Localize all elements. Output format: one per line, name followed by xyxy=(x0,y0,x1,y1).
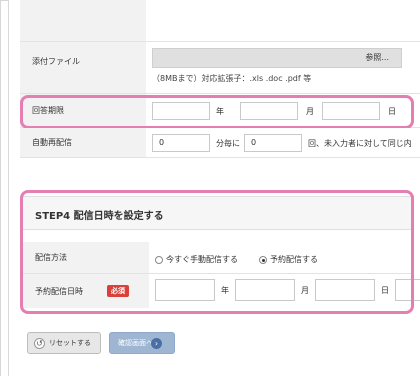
step4-highlight xyxy=(20,190,414,314)
attachment-hint: （8MBまで）対応拡張子：.xls .doc .pdf 等 xyxy=(152,74,312,83)
resend-interval-input[interactable]: 0 xyxy=(152,134,210,152)
chevron-right-icon: › xyxy=(151,338,162,349)
form-row-previous xyxy=(20,0,420,42)
resend-count-input[interactable]: 0 xyxy=(244,134,302,152)
browse-button[interactable]: 参照... xyxy=(152,48,402,68)
resend-interval-suffix: 分毎に xyxy=(216,139,240,148)
auto-resend-label: 自動再配信 xyxy=(20,128,146,157)
attachment-label: 添付ファイル xyxy=(20,42,146,93)
row-label-empty xyxy=(20,0,146,41)
confirm-button[interactable]: 確認画面へ › xyxy=(109,332,175,354)
reset-button-label: リセットする xyxy=(49,339,91,347)
auto-resend-value: 0 分毎に 0 回、未入力者に対して同じ内 xyxy=(146,128,420,157)
row-value-empty xyxy=(146,0,420,41)
form-row-attachment: 添付ファイル 参照... （8MBまで）対応拡張子：.xls .doc .pdf… xyxy=(20,42,420,94)
attachment-value: 参照... （8MBまで）対応拡張子：.xls .doc .pdf 等 xyxy=(146,42,420,93)
resend-count-suffix: 回、未入力者に対して同じ内 xyxy=(308,139,412,148)
deadline-highlight xyxy=(20,95,414,129)
form-row-auto-resend: 自動再配信 0 分毎に 0 回、未入力者に対して同じ内 xyxy=(20,128,420,158)
confirm-button-label: 確認画面へ xyxy=(118,339,153,347)
reset-icon: ↺ xyxy=(34,337,45,349)
reset-button[interactable]: ↺ リセットする xyxy=(27,332,101,354)
